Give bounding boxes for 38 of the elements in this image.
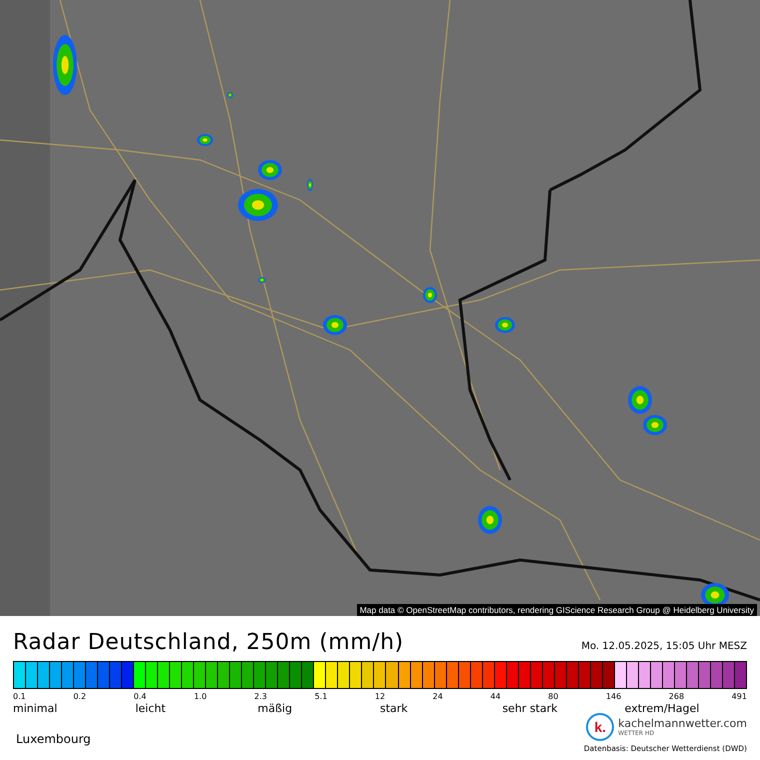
scale-tick-label: 0.1 (13, 692, 26, 701)
intensity-label: extrem/Hagel (624, 702, 700, 715)
brand-name: kachelmannwetter.com (618, 717, 747, 730)
radar-echo (495, 317, 515, 333)
radar-echo (323, 315, 347, 335)
scale-tick-label: 491 (732, 692, 747, 701)
radar-echo (238, 189, 278, 221)
scale-tick-label: 1.0 (194, 692, 207, 701)
scale-tick-label: 12 (374, 692, 386, 701)
intensity-label: leicht (135, 702, 167, 715)
scale-tick-label: 0.2 (73, 692, 86, 701)
radar-echo (643, 415, 667, 435)
intensity-label: mäßig (258, 702, 294, 715)
radar-echo (258, 160, 282, 180)
scale-tick-label: 5.1 (314, 692, 328, 701)
intensity-label: minimal (13, 702, 58, 715)
radar-echo (478, 506, 502, 534)
radar-echo (628, 386, 652, 414)
radar-echo (53, 35, 77, 95)
radar-echo (307, 179, 313, 191)
radar-echo (423, 287, 437, 303)
intensity-label: sehr stark (502, 702, 558, 715)
scale-tick-label: 146 (606, 692, 622, 701)
location-label: Luxembourg (16, 732, 91, 746)
scale-tick-label: 24 (432, 692, 443, 701)
scale-tick-label: 2.3 (254, 692, 267, 701)
intensity-label: stark (380, 702, 409, 715)
legend-title: Radar Deutschland, 250m (mm/h) (13, 630, 404, 655)
scale-tick-label: 268 (668, 692, 684, 701)
radar-echo (227, 92, 233, 98)
radar-echo (258, 277, 266, 283)
scale-tick-label: 80 (548, 692, 558, 701)
scale-tick-label: 44 (490, 692, 501, 701)
radar-echo (197, 134, 213, 146)
scale-tick-label: 0.4 (134, 692, 146, 701)
timestamp: Mo. 12.05.2025, 15:05 Uhr MESZ (581, 641, 747, 652)
brand-logo: k. (586, 713, 614, 741)
map-attribution: Map data © OpenStreetMap contributors, rendering GIScience Research Group @ Heidelberg University (356, 604, 757, 616)
